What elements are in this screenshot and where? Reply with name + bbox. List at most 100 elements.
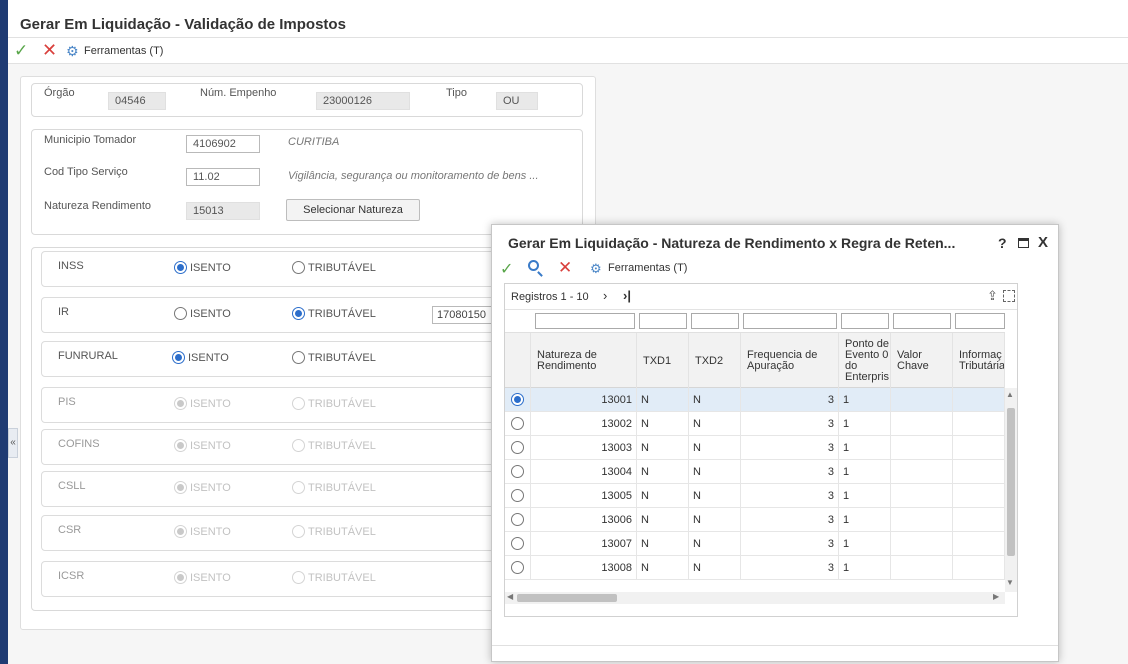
row-select-radio[interactable] — [511, 441, 524, 454]
row-select-radio[interactable] — [511, 537, 524, 550]
filter-ponto-input[interactable] — [841, 313, 889, 329]
table-row[interactable]: 13007 N N 3 1 — [505, 532, 1005, 556]
cell-info — [953, 388, 1005, 412]
row-select-cell[interactable] — [505, 556, 531, 580]
cell-txd2: N — [689, 508, 741, 532]
header-ponto[interactable]: Ponto de Evento 0 do Enterpris — [839, 333, 891, 389]
modal-title: Gerar Em Liquidação - Natureza de Rendim… — [508, 235, 956, 251]
last-page-icon[interactable]: ›| — [623, 288, 631, 303]
grid-header: Natureza de Rendimento TXD1 TXD2 Frequen… — [505, 332, 1005, 389]
scroll-down-icon[interactable]: ▼ — [1006, 578, 1014, 587]
cell-info — [953, 508, 1005, 532]
filter-txd1-input[interactable] — [639, 313, 687, 329]
tax-name: CSLL — [58, 480, 86, 492]
cell-txd1: N — [637, 484, 689, 508]
table-row[interactable]: 13003 N N 3 1 — [505, 436, 1005, 460]
help-icon[interactable]: ? — [998, 235, 1007, 251]
scroll-up-icon[interactable]: ▲ — [1006, 390, 1014, 399]
pis-isento-radio: ISENTO — [174, 397, 231, 410]
row-select-radio[interactable] — [511, 465, 524, 478]
gear-icon[interactable]: ⚙ — [66, 43, 79, 60]
cell-ponto: 1 — [839, 412, 891, 436]
export-icon[interactable]: ⇪ — [987, 288, 998, 304]
radio-checked-icon — [174, 525, 187, 538]
filter-valor-input[interactable] — [893, 313, 951, 329]
table-row[interactable]: 13001 N N 3 1 — [505, 388, 1005, 412]
horizontal-scrollbar[interactable]: ◀ ▶ — [505, 592, 1005, 604]
vertical-scrollbar[interactable]: ▲ ▼ — [1005, 388, 1017, 592]
cell-freq: 3 — [741, 508, 839, 532]
radio-icon[interactable] — [292, 261, 305, 274]
scroll-right-icon[interactable]: ▶ — [993, 592, 999, 601]
cell-natureza: 13004 — [531, 460, 637, 484]
table-row[interactable]: 13008 N N 3 1 — [505, 556, 1005, 580]
scroll-thumb[interactable] — [517, 594, 617, 602]
cell-txd1: N — [637, 556, 689, 580]
scroll-left-icon[interactable]: ◀ — [507, 592, 513, 601]
modal-toolbar: ✓ ✕ ⚙ Ferramentas (T) — [492, 257, 1058, 281]
row-select-radio[interactable] — [511, 513, 524, 526]
collapse-panel-button[interactable]: « — [8, 428, 18, 458]
header-natureza[interactable]: Natureza de Rendimento — [531, 333, 637, 389]
filter-informacao-input[interactable] — [955, 313, 1005, 329]
selecionar-natureza-button[interactable]: Selecionar Natureza — [286, 199, 420, 221]
next-page-icon[interactable]: › — [603, 288, 607, 303]
row-select-radio[interactable] — [511, 417, 524, 430]
filter-natureza-input[interactable] — [535, 313, 635, 329]
header-txd1[interactable]: TXD1 — [637, 333, 689, 389]
cancel-x-icon[interactable]: ✕ — [42, 40, 57, 61]
close-icon[interactable]: X — [1038, 234, 1048, 251]
tools-menu-button[interactable]: Ferramentas (T) — [84, 45, 163, 57]
cell-txd1: N — [637, 532, 689, 556]
cell-info — [953, 460, 1005, 484]
funrural-isento-radio[interactable]: ISENTO — [172, 351, 229, 364]
radio-checked-icon[interactable] — [172, 351, 185, 364]
row-select-cell[interactable] — [505, 412, 531, 436]
radio-icon[interactable] — [174, 307, 187, 320]
row-select-radio[interactable] — [511, 393, 524, 406]
row-select-cell[interactable] — [505, 484, 531, 508]
row-select-cell[interactable] — [505, 460, 531, 484]
ir-tributavel-radio[interactable]: TRIBUTÁVEL — [292, 307, 376, 320]
cell-freq: 3 — [741, 460, 839, 484]
ir-isento-radio[interactable]: ISENTO — [174, 307, 231, 320]
filter-row — [505, 310, 1005, 332]
row-select-cell[interactable] — [505, 508, 531, 532]
tools-menu-button[interactable]: Ferramentas (T) — [608, 262, 687, 274]
row-select-cell[interactable] — [505, 532, 531, 556]
ok-check-icon[interactable]: ✓ — [500, 259, 513, 279]
filter-frequencia-input[interactable] — [743, 313, 837, 329]
table-row[interactable]: 13005 N N 3 1 — [505, 484, 1005, 508]
municipio-input[interactable]: 4106902 — [186, 135, 260, 153]
radio-icon[interactable] — [292, 351, 305, 364]
cell-txd1: N — [637, 508, 689, 532]
row-select-cell[interactable] — [505, 388, 531, 412]
header-informacao[interactable]: Informaç Tributária — [953, 333, 1005, 389]
header-frequencia[interactable]: Frequencia de Apuração — [741, 333, 839, 389]
maximize-icon[interactable] — [1018, 238, 1029, 248]
modal-footer — [492, 645, 1058, 661]
table-row[interactable]: 13002 N N 3 1 — [505, 412, 1005, 436]
inss-isento-radio[interactable]: ISENTO — [174, 261, 231, 274]
row-select-radio[interactable] — [511, 489, 524, 502]
search-icon[interactable] — [528, 260, 539, 271]
cod-servico-input[interactable]: 11.02 — [186, 168, 260, 186]
row-select-radio[interactable] — [511, 561, 524, 574]
table-row[interactable]: 13006 N N 3 1 — [505, 508, 1005, 532]
cofins-tributavel-radio: TRIBUTÁVEL — [292, 439, 376, 452]
ok-check-icon[interactable]: ✓ — [14, 41, 28, 61]
row-select-cell[interactable] — [505, 436, 531, 460]
funrural-tributavel-radio[interactable]: TRIBUTÁVEL — [292, 351, 376, 364]
header-valor[interactable]: Valor Chave — [891, 333, 953, 389]
cell-valor — [891, 460, 953, 484]
radio-checked-icon[interactable] — [174, 261, 187, 274]
inss-tributavel-radio[interactable]: TRIBUTÁVEL — [292, 261, 376, 274]
scroll-thumb[interactable] — [1007, 408, 1015, 556]
gear-icon[interactable]: ⚙ — [590, 261, 602, 277]
fullscreen-icon[interactable] — [1003, 290, 1015, 302]
table-row[interactable]: 13004 N N 3 1 — [505, 460, 1005, 484]
cancel-x-icon[interactable]: ✕ — [558, 258, 572, 278]
radio-checked-icon[interactable] — [292, 307, 305, 320]
header-txd2[interactable]: TXD2 — [689, 333, 741, 389]
filter-txd2-input[interactable] — [691, 313, 739, 329]
